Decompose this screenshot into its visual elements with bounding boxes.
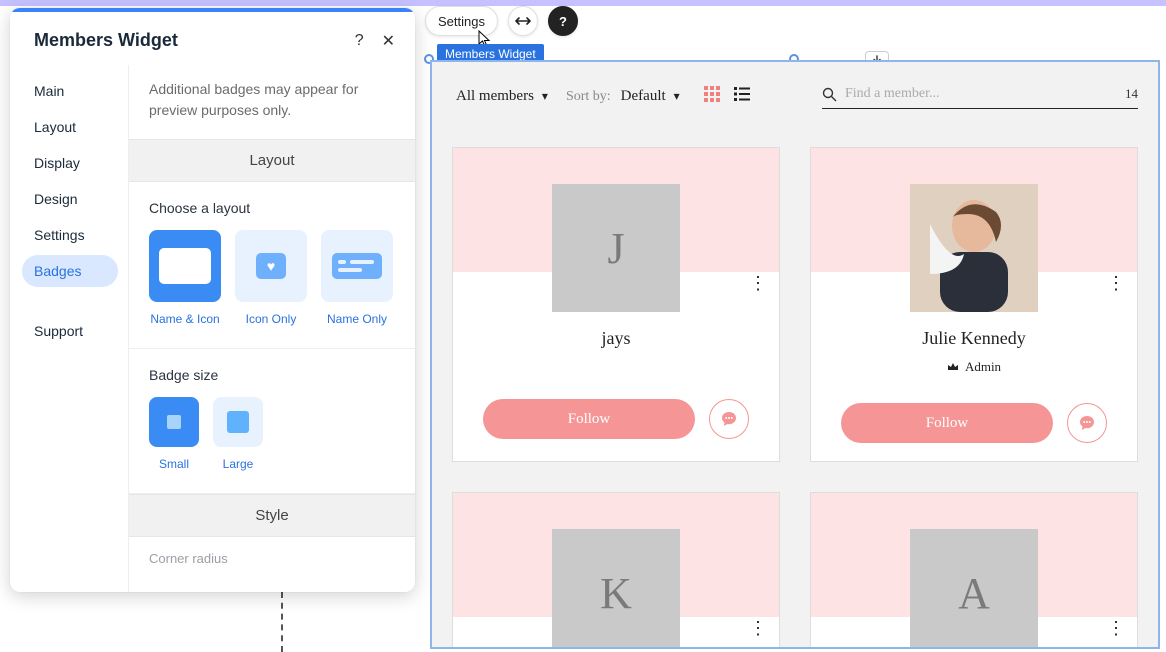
avatar-image <box>910 184 1038 312</box>
sort-by-label: Sort by: <box>566 89 611 105</box>
settings-panel: Members Widget ? ✕ Main Layout Display D… <box>10 8 415 592</box>
member-role: Admin <box>965 359 1001 375</box>
avatar-placeholder: K <box>552 529 680 649</box>
follow-button[interactable]: Follow <box>841 403 1053 443</box>
chat-icon <box>1078 414 1096 432</box>
layout-option-label: Name Only <box>327 312 387 326</box>
side-tab-badges[interactable]: Badges <box>22 255 118 287</box>
size-option-large[interactable]: Large <box>213 397 263 471</box>
member-card: A ⋮ <box>810 492 1138 649</box>
filter-label: All members <box>456 88 534 105</box>
grid-view-button[interactable] <box>704 86 720 107</box>
card-menu-button[interactable]: ⋮ <box>1107 274 1125 292</box>
section-layout-head: Layout <box>129 139 415 182</box>
side-tab-layout[interactable]: Layout <box>22 111 118 143</box>
corner-radius-label: Corner radius <box>129 537 415 566</box>
member-name: jays <box>453 328 779 349</box>
badge-size-label: Badge size <box>149 367 395 383</box>
size-option-label: Small <box>159 457 189 471</box>
avatar-placeholder: J <box>552 184 680 312</box>
sort-value: Default <box>621 88 666 105</box>
size-option-label: Large <box>223 457 254 471</box>
member-card: J ⋮ jays Follow <box>452 147 780 462</box>
layout-option-name-icon[interactable]: ♥ Name & Icon <box>149 230 221 326</box>
chat-button[interactable] <box>1067 403 1107 443</box>
chat-button[interactable] <box>709 399 749 439</box>
avatar-placeholder: A <box>910 529 1038 649</box>
layout-option-label: Icon Only <box>246 312 297 326</box>
size-option-small[interactable]: Small <box>149 397 199 471</box>
question-icon: ? <box>559 14 567 29</box>
layout-option-name-only[interactable]: Name Only <box>321 230 393 326</box>
follow-button[interactable]: Follow <box>483 399 695 439</box>
crown-icon <box>947 362 959 372</box>
result-count: 14 <box>1125 86 1138 102</box>
member-card: ⋮ Julie Kennedy Admin Follow <box>810 147 1138 462</box>
layout-option-icon-only[interactable]: ♥ Icon Only <box>235 230 307 326</box>
filter-dropdown[interactable]: All members ▾ <box>456 88 548 105</box>
members-widget-canvas: All members ▾ Sort by: Default ▾ <box>430 60 1160 649</box>
panel-title: Members Widget <box>34 30 178 51</box>
choose-layout-label: Choose a layout <box>149 200 395 216</box>
settings-button-label: Settings <box>438 14 485 29</box>
panel-help-button[interactable]: ? <box>355 32 364 50</box>
stretch-button[interactable] <box>508 6 538 36</box>
layout-option-label: Name & Icon <box>150 312 219 326</box>
chevron-down-icon: ▾ <box>542 89 548 104</box>
list-view-button[interactable] <box>734 87 750 106</box>
sort-dropdown[interactable]: Default ▾ <box>621 88 680 105</box>
search-input[interactable] <box>845 86 1117 102</box>
settings-button[interactable]: Settings <box>425 6 498 36</box>
search-icon <box>822 87 837 102</box>
side-tab-settings[interactable]: Settings <box>22 219 118 251</box>
member-card: K ⋮ <box>452 492 780 649</box>
side-tab-display[interactable]: Display <box>22 147 118 179</box>
side-tab-main[interactable]: Main <box>22 75 118 107</box>
card-menu-button[interactable]: ⋮ <box>1107 619 1125 637</box>
card-menu-button[interactable]: ⋮ <box>749 274 767 292</box>
member-name: Julie Kennedy <box>811 328 1137 349</box>
grid-icon <box>704 86 720 102</box>
info-text: Additional badges may appear for preview… <box>129 65 415 139</box>
help-button[interactable]: ? <box>548 6 578 36</box>
card-menu-button[interactable]: ⋮ <box>749 619 767 637</box>
stretch-icon <box>515 15 531 27</box>
side-tab-support[interactable]: Support <box>22 315 118 347</box>
panel-close-button[interactable]: ✕ <box>382 31 395 51</box>
section-style-head: Style <box>129 494 415 537</box>
side-tab-design[interactable]: Design <box>22 183 118 215</box>
list-icon <box>734 87 750 101</box>
side-tabs: Main Layout Display Design Settings Badg… <box>10 65 128 592</box>
chat-icon <box>720 410 738 428</box>
alignment-guide <box>281 592 283 652</box>
chevron-down-icon: ▾ <box>674 89 680 104</box>
